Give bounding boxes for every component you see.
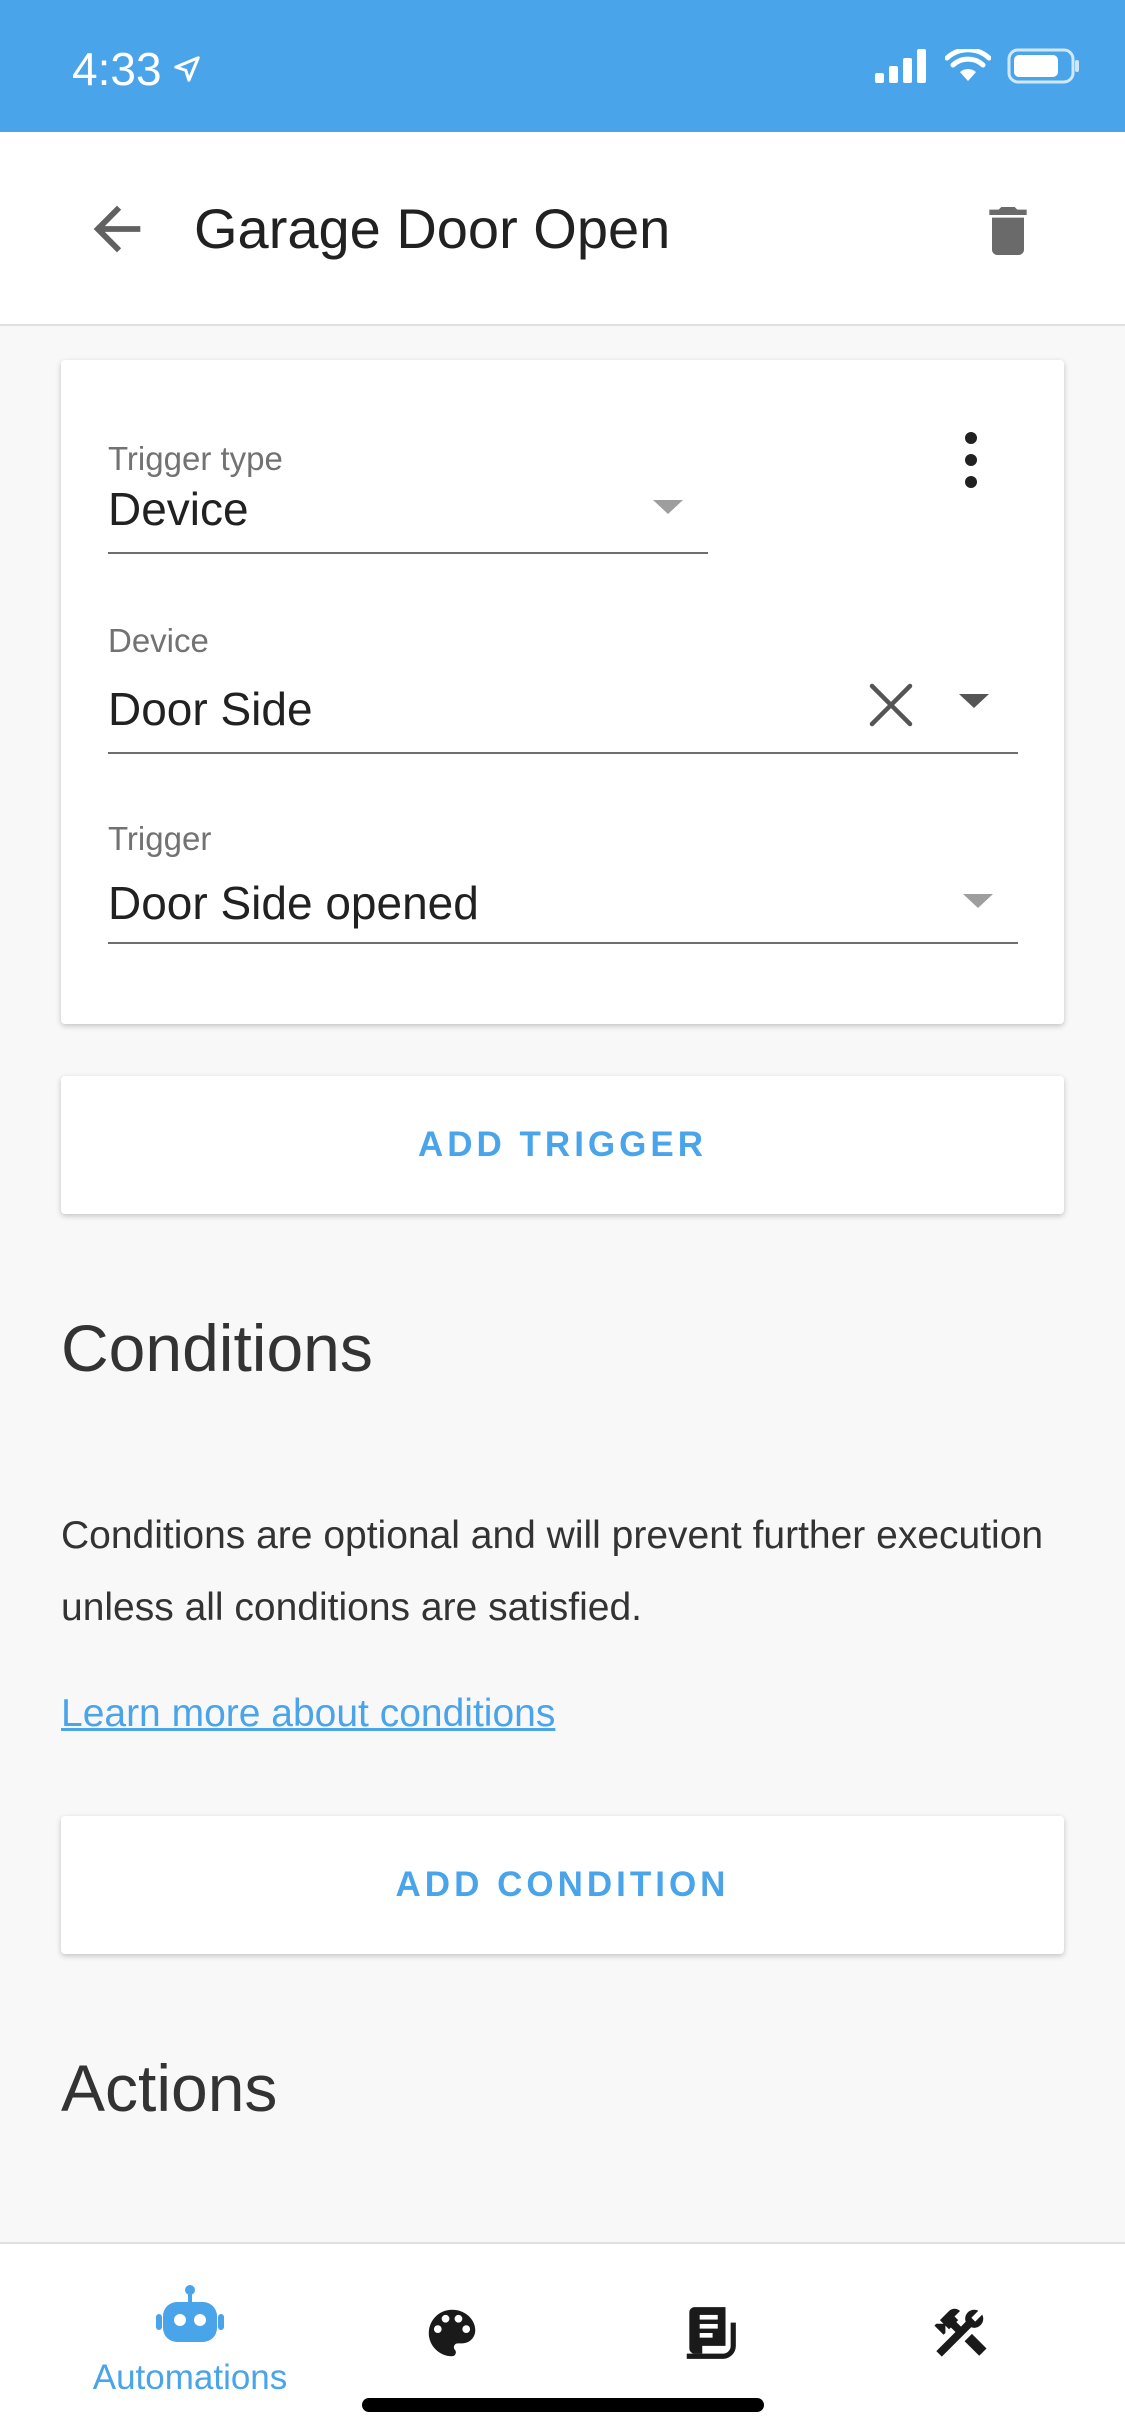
- add-trigger-button[interactable]: ADD TRIGGER: [61, 1076, 1064, 1214]
- dropdown-arrow-icon: [653, 500, 683, 514]
- status-bar: 4:33: [0, 0, 1125, 132]
- home-indicator: [362, 2398, 764, 2412]
- nav-developer-tools[interactable]: [920, 2302, 1000, 2364]
- status-time: 4:33: [72, 42, 202, 96]
- field-underline: [108, 552, 708, 554]
- learn-more-conditions-link[interactable]: Learn more about conditions: [61, 1692, 555, 1736]
- status-time-text: 4:33: [72, 43, 162, 95]
- trash-icon: [989, 207, 1027, 255]
- conditions-description: Conditions are optional and will prevent…: [61, 1514, 1044, 1629]
- trigger-type-select[interactable]: Trigger type Device: [108, 440, 708, 560]
- trigger-label: Trigger: [108, 820, 212, 857]
- nav-logbook[interactable]: [670, 2302, 750, 2364]
- actions-title: Actions: [61, 2051, 278, 2125]
- back-button[interactable]: [82, 194, 152, 264]
- add-trigger-label: ADD TRIGGER: [418, 1125, 707, 1164]
- status-indicators: [875, 48, 1081, 84]
- battery-icon: [1007, 48, 1079, 84]
- trigger-menu-button[interactable]: [943, 430, 999, 490]
- dropdown-arrow-icon[interactable]: [959, 694, 989, 708]
- nav-theme[interactable]: [412, 2302, 492, 2364]
- trigger-card: Trigger type Device Device Door Side Tri…: [61, 360, 1064, 1024]
- robot-icon: [156, 2285, 224, 2342]
- app-header: Garage Door Open: [0, 132, 1125, 326]
- trigger-value: Door Side opened: [108, 877, 479, 929]
- wifi-icon: [945, 49, 991, 81]
- delete-button[interactable]: [976, 196, 1040, 266]
- app-screen: 4:33 Garage Door Open Trigger type Devic…: [0, 0, 1125, 2436]
- tools-icon: [934, 2308, 987, 2357]
- conditions-title: Conditions: [61, 1311, 373, 1385]
- add-condition-button[interactable]: ADD CONDITION: [61, 1816, 1064, 1954]
- logbook-icon: [686, 2307, 736, 2359]
- page-title: Garage Door Open: [194, 197, 671, 260]
- field-underline: [108, 942, 1018, 944]
- clear-device-button[interactable]: [866, 680, 916, 730]
- device-select[interactable]: Device Door Side: [108, 622, 1018, 762]
- close-icon: [869, 683, 913, 727]
- nav-automations[interactable]: Automations: [90, 2284, 290, 2398]
- cellular-signal-icon: [875, 49, 926, 83]
- nav-automations-label: Automations: [92, 2358, 288, 2397]
- dots-vertical-icon: [965, 432, 977, 488]
- field-underline: [108, 752, 1018, 754]
- trigger-select[interactable]: Trigger Door Side opened: [108, 820, 1018, 950]
- device-label: Device: [108, 622, 209, 659]
- dropdown-arrow-icon: [963, 894, 993, 908]
- trigger-type-label: Trigger type: [108, 440, 283, 477]
- arrow-left-icon: [93, 205, 141, 253]
- add-condition-label: ADD CONDITION: [395, 1865, 730, 1904]
- location-arrow-icon: [173, 56, 200, 82]
- trigger-type-value: Device: [108, 483, 249, 535]
- palette-icon: [428, 2309, 476, 2357]
- device-value: Door Side: [108, 683, 313, 735]
